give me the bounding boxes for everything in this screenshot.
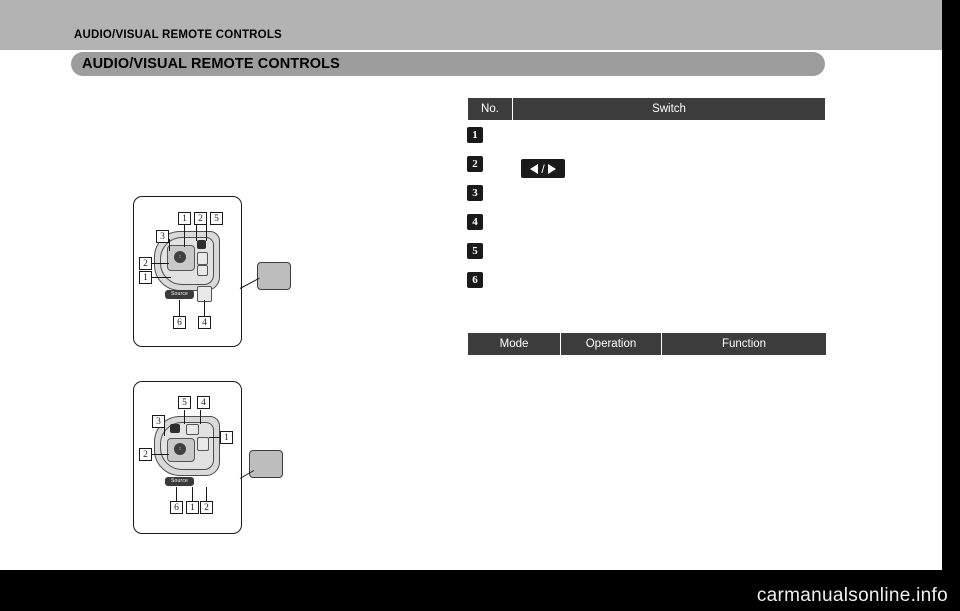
dpad-center-button-b[interactable]: ↕ xyxy=(174,443,186,455)
leader-line-a4 xyxy=(169,239,170,251)
mode-table-header-mode: Mode xyxy=(467,332,561,356)
mode-table-header-function: Function xyxy=(661,332,827,356)
switch-table-header-switch: Switch xyxy=(512,97,826,121)
leader-line-b5 xyxy=(151,454,169,455)
back-button-b[interactable] xyxy=(186,424,199,435)
table-row: 4 xyxy=(467,214,489,243)
table-row: 3 xyxy=(467,185,489,214)
leader-line-a7 xyxy=(179,300,180,316)
watermark: carmanualsonline.info xyxy=(756,585,948,606)
table-row: 1 xyxy=(467,127,489,156)
leader-line-a1 xyxy=(184,225,185,247)
callout-a-2: 2 xyxy=(194,212,207,225)
table-row: 2 xyxy=(467,156,489,185)
switch-no-1: 1 xyxy=(467,127,483,143)
callout-b-3: 3 xyxy=(152,415,165,428)
switch-no-2: 2 xyxy=(467,156,483,172)
callout-a-2b: 2 xyxy=(139,257,152,270)
seek-left-triangle-icon xyxy=(530,163,539,174)
mode-button-a[interactable] xyxy=(197,240,206,249)
steering-wheel-thumbnail-a xyxy=(257,262,291,290)
talk-button-a[interactable] xyxy=(197,265,208,276)
page-sheet: AUDIO/VISUAL REMOTE CONTROLS AUDIO/VISUA… xyxy=(0,0,942,570)
table-row: 5 xyxy=(467,243,489,272)
mode-table: Mode Operation Function xyxy=(467,332,827,356)
leader-line-a8 xyxy=(204,300,205,316)
seek-right-triangle-icon xyxy=(547,163,556,174)
callout-b-5: 5 xyxy=(178,396,191,409)
switch-no-3: 3 xyxy=(467,185,483,201)
seek-separator: / xyxy=(541,161,545,176)
source-button-a[interactable]: Source xyxy=(165,290,194,299)
leader-line-a6 xyxy=(151,277,171,278)
callout-b-1: 1 xyxy=(220,431,233,444)
callout-a-1: 1 xyxy=(178,212,191,225)
callout-a-4: 4 xyxy=(198,316,211,329)
leader-line-b1 xyxy=(184,410,185,424)
switch-no-4: 4 xyxy=(467,214,483,230)
leader-line-b7 xyxy=(192,487,193,501)
source-button-b[interactable]: Source xyxy=(165,477,194,486)
section-title: AUDIO/VISUAL REMOTE CONTROLS xyxy=(82,56,340,72)
mode-table-header-row: Mode Operation Function xyxy=(467,332,827,356)
callout-b-2: 2 xyxy=(139,448,152,461)
leader-line-b6 xyxy=(176,487,177,501)
page-header-title: AUDIO/VISUAL REMOTE CONTROLS xyxy=(74,29,282,41)
leader-line-a3 xyxy=(206,225,207,241)
switch-table-header-row: No. Switch xyxy=(467,97,826,121)
dpad-center-button-a[interactable]: ↕ xyxy=(174,251,186,263)
leader-line-b2 xyxy=(200,410,201,424)
switch-table-header-no: No. xyxy=(467,97,513,121)
callout-a-3: 3 xyxy=(156,230,169,243)
callout-b-4: 4 xyxy=(197,396,210,409)
callout-a-5: 5 xyxy=(210,212,223,225)
leader-line-a5 xyxy=(151,263,169,264)
leader-line-b8 xyxy=(206,487,207,501)
callout-a-6: 6 xyxy=(173,316,186,329)
mode-button-b[interactable] xyxy=(170,424,180,433)
callout-b-2b: 2 xyxy=(200,501,213,514)
call-button-a[interactable] xyxy=(197,252,208,265)
table-row: 6 xyxy=(467,272,489,301)
callout-b-1b: 1 xyxy=(186,501,199,514)
switch-no-6: 6 xyxy=(467,272,483,288)
steering-wheel-thumbnail-b xyxy=(249,450,283,478)
illustration-steering-wheel-type-a: ↕ Source 1 2 5 3 2 1 6 4 xyxy=(133,196,242,347)
callout-a-1b: 1 xyxy=(139,271,152,284)
illustration-steering-wheel-type-b: ↕ Source 5 4 3 1 2 6 1 2 xyxy=(133,381,242,534)
switch-table: No. Switch xyxy=(467,97,826,121)
seek-left-right-icon: / xyxy=(521,159,565,178)
call-button-b[interactable] xyxy=(197,437,209,451)
mode-table-header-operation: Operation xyxy=(560,332,662,356)
page-header-band xyxy=(0,0,942,50)
switch-table-number-column: 1 2 3 4 5 6 xyxy=(467,127,489,301)
page-root: AUDIO/VISUAL REMOTE CONTROLS AUDIO/VISUA… xyxy=(0,0,960,611)
callout-b-6: 6 xyxy=(170,501,183,514)
switch-no-5: 5 xyxy=(467,243,483,259)
leader-line-a2 xyxy=(196,225,197,241)
